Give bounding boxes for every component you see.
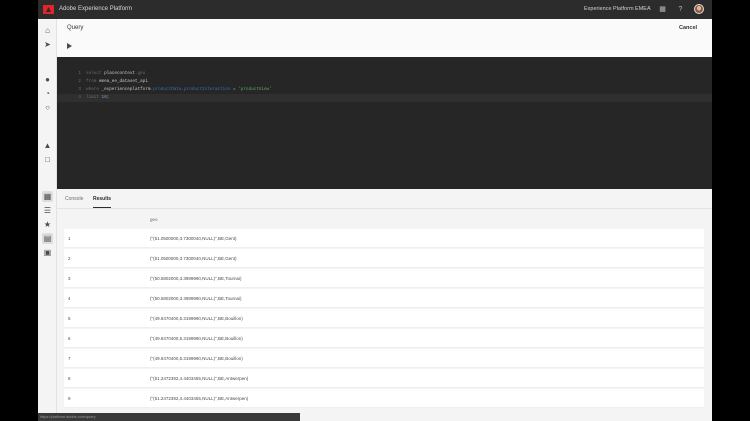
column-header-geo: geo bbox=[150, 217, 158, 222]
code-token: placecontext bbox=[104, 71, 136, 76]
table-row[interactable]: 2 ("(51.0500000,3.7300040,NULL)",BE,Gent) bbox=[64, 249, 704, 268]
row-index: 3 bbox=[68, 276, 71, 281]
row-geo-value: ("(50.5802000,3.3999990,NULL)",BE,Tourna… bbox=[150, 296, 242, 301]
segments-icon[interactable]: ◔ bbox=[42, 88, 53, 99]
shell-bar: Adobe Experience Platform Experience Pla… bbox=[38, 0, 712, 19]
row-index: 9 bbox=[68, 396, 71, 401]
code-token: limit bbox=[86, 95, 102, 100]
user-icon[interactable]: ▲ bbox=[42, 140, 53, 151]
line-number: 2 bbox=[78, 79, 81, 84]
table-row[interactable]: 8 ("(51.2472392,4.4403455,NULL)",BE,Antwe… bbox=[64, 369, 704, 388]
sql-editor[interactable]: 1 select placecontext.geo 2 from emea_ee_da… bbox=[57, 57, 712, 189]
app-title: Adobe Experience Platform bbox=[59, 6, 133, 12]
tab-results[interactable]: Results bbox=[93, 196, 112, 208]
query-header: Query Cancel bbox=[57, 19, 712, 57]
adobe-logo-icon[interactable] bbox=[43, 5, 54, 14]
row-geo-value: ("(51.0500000,3.7300040,NULL)",BE,Gent) bbox=[150, 256, 237, 261]
profile-icon[interactable]: ● bbox=[42, 74, 53, 85]
app-window: Adobe Experience Platform Experience Pla… bbox=[38, 0, 712, 421]
code-text: from emea_ee_dataset_api bbox=[86, 78, 148, 86]
code-token: 'productView' bbox=[238, 87, 272, 92]
share-icon[interactable]: ➤ bbox=[42, 39, 53, 50]
table-row[interactable]: 3 ("(50.5802000,3.3999990,NULL)",BE,Tourn… bbox=[64, 269, 704, 288]
code-token: _experienceplatform bbox=[101, 87, 151, 92]
code-token: where bbox=[86, 87, 102, 92]
code-token: ; bbox=[106, 95, 110, 100]
help-icon[interactable]: ? bbox=[676, 5, 685, 14]
row-index: 2 bbox=[68, 256, 71, 261]
row-index: 6 bbox=[68, 336, 71, 341]
table-row[interactable]: 9 ("(51.2472392,4.4403455,NULL)",BE,Antwe… bbox=[64, 389, 704, 408]
row-geo-value: ("(50.5802000,3.3999990,NULL)",BE,Tourna… bbox=[150, 276, 242, 281]
row-index: 4 bbox=[68, 296, 71, 301]
code-line[interactable]: 4 limit 10; bbox=[57, 94, 712, 102]
datasets-icon[interactable]: ☰ bbox=[42, 205, 53, 216]
workflow-icon[interactable]: ▦ bbox=[42, 191, 53, 202]
avatar[interactable] bbox=[694, 4, 704, 14]
code-token: .productData.productInteraction bbox=[150, 87, 231, 92]
row-geo-value: ("(51.2472392,4.4403455,NULL)",BE,Antwer… bbox=[150, 376, 249, 381]
code-line[interactable]: 2 from emea_ee_dataset_api bbox=[57, 78, 712, 86]
row-geo-value: ("(51.2472392,4.4403455,NULL)",BE,Antwer… bbox=[150, 396, 249, 401]
page-title: Query bbox=[67, 25, 84, 31]
column-header: geo bbox=[64, 216, 704, 226]
play-icon[interactable] bbox=[67, 43, 72, 49]
code-text: limit 10; bbox=[86, 94, 109, 102]
identity-icon[interactable]: ○ bbox=[42, 102, 53, 113]
tab-console[interactable]: Console bbox=[65, 196, 83, 202]
code-token: = bbox=[230, 87, 239, 92]
code-token: select bbox=[86, 71, 105, 76]
queries-icon[interactable]: ▤ bbox=[42, 233, 53, 244]
line-number: 3 bbox=[78, 87, 81, 92]
row-geo-value: ("(49.8470400,5.3199990,NULL)",BE,Bouill… bbox=[150, 336, 243, 341]
results-panel: Console Results geo 1 ("(51.0500000,3.730… bbox=[57, 189, 712, 421]
left-rail: ⌂ ➤ ● ◔ ○ ▲ □ ▦ ☰ ★ ▤ ▣ bbox=[38, 19, 57, 421]
cancel-button[interactable]: Cancel bbox=[679, 25, 697, 31]
code-line[interactable]: 3 where _experienceplatform.productData.p… bbox=[57, 86, 712, 94]
row-index: 5 bbox=[68, 316, 71, 321]
row-geo-value: ("(49.8470400,5.3199990,NULL)",BE,Bouill… bbox=[150, 356, 243, 361]
table-row[interactable]: 5 ("(49.8470400,5.3199990,NULL)",BE,Bouil… bbox=[64, 309, 704, 328]
row-geo-value: ("(51.0500000,3.7300040,NULL)",BE,Gent) bbox=[150, 236, 237, 241]
table-row[interactable]: 6 ("(49.8470400,5.3199990,NULL)",BE,Bouil… bbox=[64, 329, 704, 348]
code-text: where _experienceplatform.productData.pr… bbox=[86, 86, 272, 94]
row-index: 7 bbox=[68, 356, 71, 361]
code-token: from bbox=[86, 79, 99, 84]
status-url: https://platform.adobe.com/query bbox=[38, 413, 300, 421]
code-token: emea_ee_dataset_api bbox=[98, 79, 148, 84]
results-tabs: Console Results bbox=[57, 189, 712, 209]
home-icon[interactable]: ⌂ bbox=[42, 25, 53, 36]
row-index: 1 bbox=[68, 236, 71, 241]
line-number: 4 bbox=[78, 95, 81, 100]
org-switcher[interactable]: Experience Platform EMEA bbox=[584, 4, 651, 14]
code-text: select placecontext.geo bbox=[86, 70, 145, 78]
sources-icon[interactable]: ★ bbox=[42, 219, 53, 230]
line-number: 1 bbox=[78, 71, 81, 76]
apps-grid-icon[interactable]: ▦ bbox=[658, 5, 667, 14]
code-line[interactable]: 1 select placecontext.geo bbox=[57, 70, 712, 78]
table-row[interactable]: 4 ("(50.5802000,3.3999990,NULL)",BE,Tourn… bbox=[64, 289, 704, 308]
policy-icon[interactable]: □ bbox=[42, 154, 53, 165]
row-index: 8 bbox=[68, 376, 71, 381]
code-token: .geo bbox=[135, 71, 146, 76]
table-row[interactable]: 1 ("(51.0500000,3.7300040,NULL)",BE,Gent) bbox=[64, 229, 704, 248]
table-row[interactable]: 7 ("(49.8470400,5.3199990,NULL)",BE,Bouil… bbox=[64, 349, 704, 368]
row-geo-value: ("(49.8470400,5.3199990,NULL)",BE,Bouill… bbox=[150, 316, 243, 321]
monitoring-icon[interactable]: ▣ bbox=[42, 247, 53, 258]
